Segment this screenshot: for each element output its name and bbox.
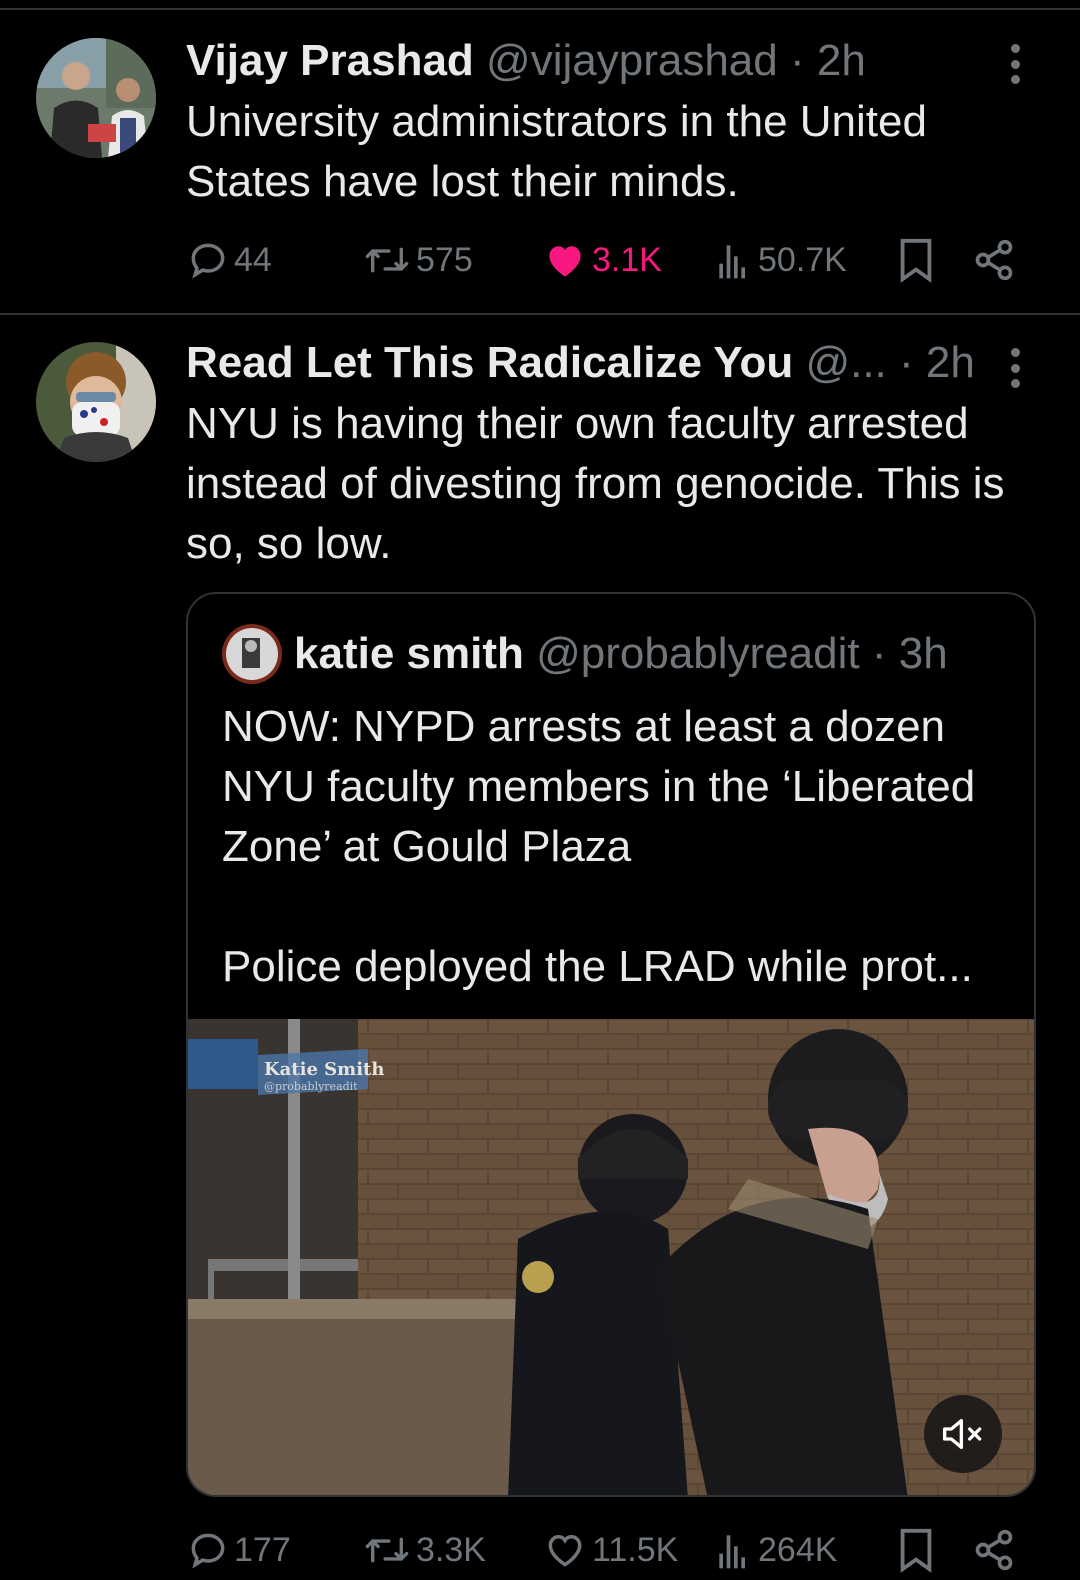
separator: · <box>899 338 914 387</box>
bookmark-button[interactable] <box>896 1525 940 1575</box>
mute-button[interactable] <box>924 1395 1002 1473</box>
quoted-tweet-header: katie smith @probablyreadit · 3h <box>222 624 948 684</box>
reply-count: 177 <box>234 1530 291 1569</box>
timestamp[interactable]: 2h <box>817 36 866 85</box>
watermark-handle: @probablyreadit <box>264 1080 358 1093</box>
author-name[interactable]: Vijay Prashad <box>186 36 474 85</box>
video-watermark: Katie Smith @probablyreadit <box>264 1059 384 1093</box>
more-vertical-icon[interactable] <box>1008 348 1022 388</box>
bookmark-icon <box>900 238 932 283</box>
repost-icon <box>365 1537 409 1563</box>
share-icon <box>975 239 1013 281</box>
view-count: 264K <box>758 1530 838 1569</box>
action-bar: 177 3.3K 11.5K 264K <box>186 1525 1026 1575</box>
quoted-tweet-text: NOW: NYPD arrests at least a dozen NYU f… <box>222 697 1014 997</box>
view-count: 50.7K <box>758 240 847 279</box>
quoted-text-paragraph: NOW: NYPD arrests at least a dozen NYU f… <box>222 702 976 871</box>
reply-icon <box>191 243 225 279</box>
share-button[interactable] <box>972 1525 1020 1575</box>
quoted-author-handle[interactable]: @probablyreadit <box>536 629 860 679</box>
share-button[interactable] <box>972 235 1020 285</box>
bookmark-button[interactable] <box>896 235 940 285</box>
like-button[interactable]: 3.1K <box>542 235 662 285</box>
heart-icon <box>548 1535 582 1567</box>
separator: · <box>789 36 805 85</box>
quoted-tweet[interactable]: katie smith @probablyreadit · 3h NOW: NY… <box>186 592 1036 1497</box>
action-bar: 44 575 3.1K 50.7K <box>186 235 1026 285</box>
repost-button[interactable]: 3.3K <box>362 1525 486 1575</box>
share-icon <box>975 1529 1013 1571</box>
more-vertical-icon[interactable] <box>1008 44 1022 84</box>
heart-icon <box>549 246 581 277</box>
separator: · <box>871 629 887 678</box>
quoted-timestamp[interactable]: 3h <box>899 629 948 679</box>
video-player[interactable]: Katie Smith @probablyreadit <box>188 1019 1034 1495</box>
like-count: 11.5K <box>592 1530 679 1569</box>
muted-speaker-icon <box>943 1419 982 1449</box>
avatar[interactable] <box>36 342 156 462</box>
reply-count: 44 <box>234 240 272 279</box>
tweet-text: NYU is having their own faculty arrested… <box>186 399 1005 568</box>
quoted-text-paragraph: Police deployed the LRAD while prot... <box>222 942 973 991</box>
tweet-text: University administrators in the United … <box>186 97 927 206</box>
like-count: 3.1K <box>592 240 662 279</box>
repost-count: 3.3K <box>416 1530 486 1569</box>
bookmark-icon <box>900 1528 932 1573</box>
author-handle[interactable]: @vijayprashad <box>486 36 778 85</box>
timestamp[interactable]: 2h <box>926 338 975 387</box>
views-chart-icon <box>719 1535 745 1569</box>
tweet-divider <box>0 313 1080 315</box>
views-button[interactable]: 264K <box>714 1525 837 1575</box>
tweet[interactable]: Vijay Prashad @vijayprashad · 2h Univers… <box>0 20 1080 313</box>
reply-button[interactable]: 177 <box>186 1525 291 1575</box>
repost-button[interactable]: 575 <box>362 235 473 285</box>
avatar[interactable] <box>36 38 156 158</box>
author-handle[interactable]: @... <box>805 338 886 387</box>
quoted-author-name[interactable]: katie smith <box>294 629 524 679</box>
repost-icon <box>365 247 409 273</box>
like-button[interactable]: 11.5K <box>542 1525 678 1575</box>
top-divider <box>0 8 1080 10</box>
views-button[interactable]: 50.7K <box>714 235 847 285</box>
reply-icon <box>191 1533 225 1569</box>
views-chart-icon <box>719 245 745 279</box>
repost-count: 575 <box>416 240 473 279</box>
avatar[interactable] <box>222 624 282 684</box>
reply-button[interactable]: 44 <box>186 235 272 285</box>
tweet-header: Read Let This Radicalize You @... · 2h <box>186 338 1040 388</box>
watermark-name: Katie Smith <box>264 1059 385 1080</box>
tweet-header: Vijay Prashad @vijayprashad · 2h <box>186 36 1040 86</box>
tweet[interactable]: Read Let This Radicalize You @... · 2h N… <box>0 330 1080 1580</box>
author-name[interactable]: Read Let This Radicalize You <box>186 338 793 387</box>
